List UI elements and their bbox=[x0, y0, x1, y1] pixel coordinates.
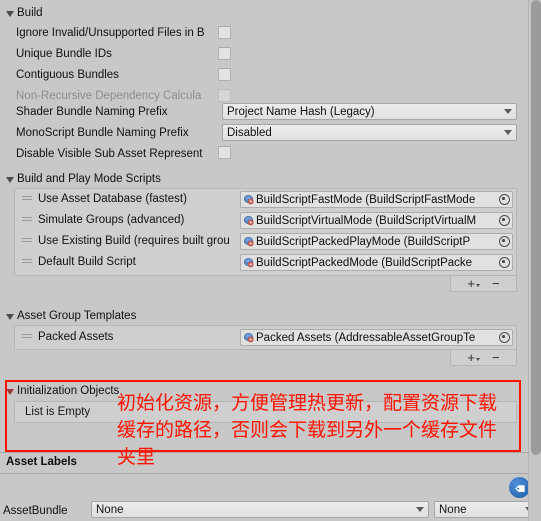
dropdown-assetbundle[interactable]: None bbox=[91, 501, 429, 518]
object-field-build-script-virtual-mode-value: BuildScriptVirtualMode (BuildScriptVirtu… bbox=[256, 214, 477, 227]
annotation-text-line-2: 缓存的路径，否则会下载到另外一个缓存文件 bbox=[117, 419, 498, 441]
list-item-label-use-existing-build: Use Existing Build (requires built grou bbox=[38, 235, 230, 247]
chevron-down-icon bbox=[6, 10, 14, 17]
dropdown-assetbundle-variant[interactable]: None bbox=[434, 501, 538, 518]
chevron-down-icon bbox=[476, 358, 480, 361]
object-picker-icon[interactable] bbox=[497, 234, 512, 249]
chevron-down-icon bbox=[504, 109, 512, 114]
dropdown-shader-bundle-naming-prefix[interactable]: Project Name Hash (Legacy) bbox=[222, 103, 517, 120]
object-field-packed-assets-value: Packed Assets (AddressableAssetGroupTe bbox=[256, 331, 476, 344]
row-label-disable-visible-sub-asset: Disable Visible Sub Asset Represent bbox=[16, 148, 203, 160]
annotation-text-line-1: 初始化资源，方便管理热更新，配置资源下载 bbox=[117, 392, 498, 414]
asset-labels-title: Asset Labels bbox=[6, 456, 77, 468]
drag-handle-icon[interactable] bbox=[22, 238, 32, 245]
script-asset-icon bbox=[243, 194, 255, 206]
vertical-scrollbar[interactable] bbox=[528, 0, 541, 521]
list-item-label-packed-assets: Packed Assets bbox=[38, 331, 114, 343]
tag-glyph-icon bbox=[514, 484, 525, 492]
object-picker-icon[interactable] bbox=[497, 330, 512, 345]
chevron-down-icon bbox=[6, 388, 14, 395]
foldout-build-and-play-mode-scripts[interactable]: Build and Play Mode Scripts bbox=[6, 171, 161, 187]
foldout-build[interactable]: Build bbox=[6, 5, 43, 21]
checkbox-ignore-invalid-files[interactable] bbox=[218, 26, 231, 39]
drag-handle-icon[interactable] bbox=[22, 196, 32, 203]
object-field-build-script-packed-mode[interactable]: BuildScriptPackedMode (BuildScriptPacke bbox=[240, 254, 513, 271]
drag-handle-icon[interactable] bbox=[22, 334, 32, 341]
checkbox-unique-bundle-ids[interactable] bbox=[218, 47, 231, 60]
divider bbox=[0, 452, 528, 453]
chevron-down-icon bbox=[504, 130, 512, 135]
drag-handle-icon[interactable] bbox=[22, 217, 32, 224]
object-field-build-script-virtual-mode[interactable]: BuildScriptVirtualMode (BuildScriptVirtu… bbox=[240, 212, 513, 229]
checkbox-disable-visible-sub-asset[interactable] bbox=[218, 146, 231, 159]
row-label-unique-bundle-ids: Unique Bundle IDs bbox=[16, 48, 112, 60]
object-picker-icon[interactable] bbox=[497, 213, 512, 228]
row-label-non-recursive-dependency: Non-Recursive Dependency Calcula bbox=[16, 90, 202, 102]
dropdown-assetbundle-variant-value: None bbox=[439, 503, 467, 516]
checkbox-non-recursive-dependency bbox=[218, 89, 231, 102]
object-picker-icon[interactable] bbox=[497, 192, 512, 207]
dropdown-monoscript-bundle-naming-prefix-value: Disabled bbox=[227, 126, 272, 139]
chevron-down-icon bbox=[6, 176, 14, 183]
chevron-down-icon bbox=[416, 507, 424, 512]
row-label-contiguous-bundles: Contiguous Bundles bbox=[16, 69, 119, 81]
divider bbox=[0, 473, 528, 474]
foldout-build-label: Build bbox=[17, 7, 43, 19]
object-field-build-script-packed-play-mode[interactable]: BuildScriptPackedPlayMode (BuildScriptP bbox=[240, 233, 513, 250]
remove-button-build-scripts[interactable]: − bbox=[492, 277, 500, 290]
row-label-ignore-invalid-files: Ignore Invalid/Unsupported Files in B bbox=[16, 27, 205, 39]
chevron-down-icon bbox=[476, 284, 480, 287]
list-add-remove-bar-group-templates: + − bbox=[450, 350, 517, 366]
empty-list-label: List is Empty bbox=[25, 406, 91, 418]
foldout-asset-group-templates[interactable]: Asset Group Templates bbox=[6, 308, 136, 324]
object-field-packed-assets[interactable]: Packed Assets (AddressableAssetGroupTe bbox=[240, 329, 513, 346]
script-asset-icon bbox=[243, 215, 255, 227]
script-asset-icon bbox=[243, 236, 255, 248]
remove-button-group-templates[interactable]: − bbox=[492, 351, 500, 364]
chevron-down-icon bbox=[6, 313, 14, 320]
dropdown-monoscript-bundle-naming-prefix[interactable]: Disabled bbox=[222, 124, 517, 141]
annotation-text-line-3: 夹里 bbox=[117, 446, 156, 468]
drag-handle-icon[interactable] bbox=[22, 259, 32, 266]
checkbox-contiguous-bundles[interactable] bbox=[218, 68, 231, 81]
list-item-label-use-asset-database: Use Asset Database (fastest) bbox=[38, 193, 187, 205]
dropdown-assetbundle-value: None bbox=[96, 503, 124, 516]
object-field-build-script-fast-mode[interactable]: BuildScriptFastMode (BuildScriptFastMode bbox=[240, 191, 513, 208]
assetbundle-label: AssetBundle bbox=[3, 505, 68, 517]
tag-icon[interactable] bbox=[509, 477, 530, 498]
add-button-build-scripts[interactable]: + bbox=[467, 277, 480, 290]
list-add-remove-bar-build-scripts: + − bbox=[450, 276, 517, 292]
script-asset-icon bbox=[243, 257, 255, 269]
foldout-initialization-objects[interactable]: Initialization Objects bbox=[6, 383, 119, 399]
dropdown-shader-bundle-naming-prefix-value: Project Name Hash (Legacy) bbox=[227, 105, 375, 118]
add-button-group-templates[interactable]: + bbox=[467, 351, 480, 364]
foldout-build-and-play-mode-scripts-label: Build and Play Mode Scripts bbox=[17, 173, 161, 185]
script-asset-icon bbox=[243, 332, 255, 344]
object-field-build-script-packed-play-mode-value: BuildScriptPackedPlayMode (BuildScriptP bbox=[256, 235, 471, 248]
list-item-label-simulate-groups: Simulate Groups (advanced) bbox=[38, 214, 185, 226]
list-item-label-default-build-script: Default Build Script bbox=[38, 256, 136, 268]
object-picker-icon[interactable] bbox=[497, 255, 512, 270]
vertical-scrollbar-thumb[interactable] bbox=[531, 0, 541, 455]
row-label-monoscript-bundle-naming-prefix: MonoScript Bundle Naming Prefix bbox=[16, 127, 189, 139]
foldout-initialization-objects-label: Initialization Objects bbox=[17, 385, 120, 397]
row-label-shader-bundle-naming-prefix: Shader Bundle Naming Prefix bbox=[16, 106, 168, 118]
object-field-build-script-fast-mode-value: BuildScriptFastMode (BuildScriptFastMode bbox=[256, 193, 476, 206]
foldout-asset-group-templates-label: Asset Group Templates bbox=[17, 310, 137, 322]
object-field-build-script-packed-mode-value: BuildScriptPackedMode (BuildScriptPacke bbox=[256, 256, 473, 269]
